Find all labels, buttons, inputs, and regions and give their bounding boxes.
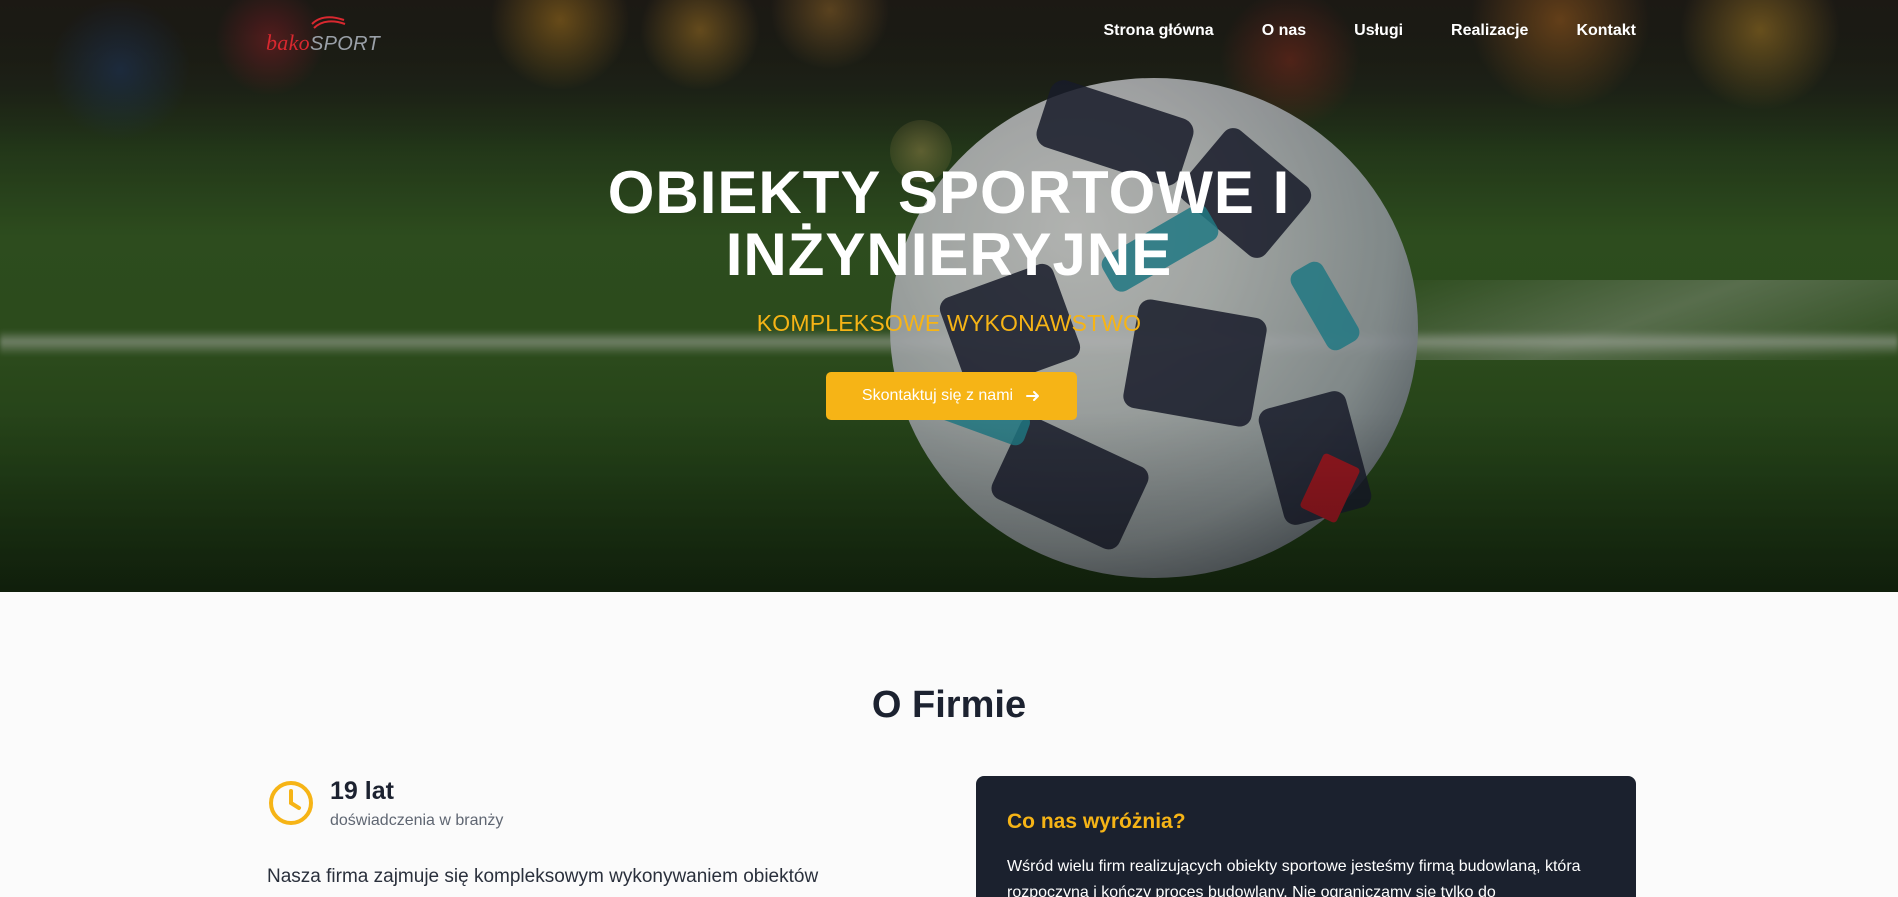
highlight-card: Co nas wyróżnia? Wśród wielu firm realiz…: [976, 776, 1636, 897]
nav-item-contact[interactable]: Kontakt: [1576, 22, 1636, 40]
logo-text: bakoSPORT: [266, 30, 380, 56]
experience-stat: 19 lat doświadczenia w branży: [268, 776, 503, 830]
hero-title-line1: OBIEKTY SPORTOWE I: [607, 159, 1291, 226]
nav-item-about[interactable]: O nas: [1262, 22, 1306, 40]
hero-title: OBIEKTY SPORTOWE I INŻYNIERYJNE: [0, 162, 1898, 286]
nav-item-projects[interactable]: Realizacje: [1451, 22, 1528, 40]
nav-item-home[interactable]: Strona główna: [1103, 22, 1213, 40]
logo-text-part2: SPORT: [309, 33, 381, 55]
highlight-card-title: Co nas wyróżnia?: [1007, 810, 1186, 833]
experience-years: 19 lat: [330, 777, 394, 805]
hero-title-line2: INŻYNIERYJNE: [725, 221, 1173, 288]
logo-text-part1: bako: [266, 30, 310, 55]
nav-item-services[interactable]: Usługi: [1354, 22, 1403, 40]
highlight-card-body: Wśród wielu firm realizujących obiekty s…: [1007, 858, 1581, 897]
clock-icon: [269, 781, 313, 825]
experience-label: doświadczenia w branży: [330, 812, 504, 829]
contact-us-button[interactable]: Skontaktuj się z nami: [826, 372, 1077, 420]
main-navigation: Strona główna O nas Usługi Realizacje Ko…: [1103, 22, 1636, 40]
experience-stat-text: 19 lat doświadczenia w branży: [330, 776, 503, 830]
brand-logo[interactable]: bakoSPORT: [266, 14, 406, 56]
hero-subtitle: KOMPLEKSOWE WYKONAWSTWO: [756, 310, 1142, 336]
hero-section: [0, 0, 1898, 592]
about-section-title: O Firmie: [871, 684, 1027, 726]
arrow-right-icon: [1026, 391, 1040, 401]
hero-bottom-overlay: [0, 412, 1898, 592]
contact-us-button-label: Skontaktuj się z nami: [861, 387, 1014, 404]
about-paragraph: Nasza firma zajmuje się kompleksowym wyk…: [267, 866, 819, 887]
